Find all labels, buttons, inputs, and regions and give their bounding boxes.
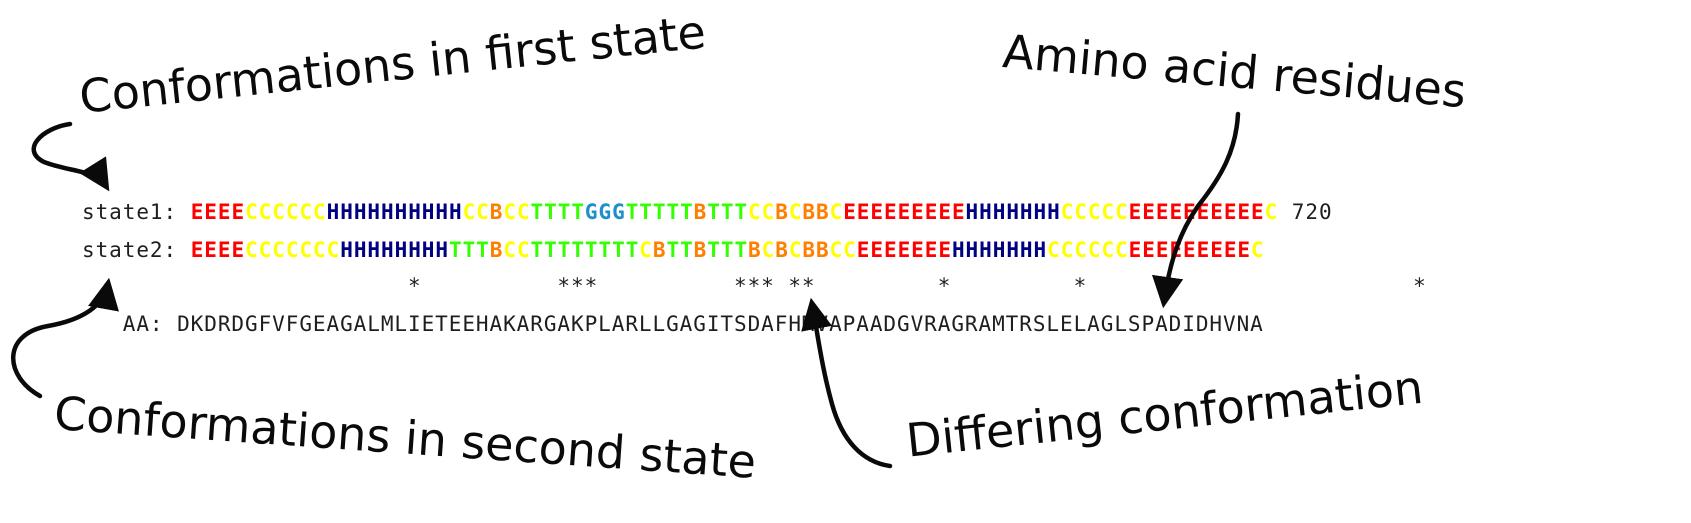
second-state-arrow <box>11 277 119 399</box>
amino-acid-arrow <box>1151 111 1241 309</box>
first-state-arrow <box>31 121 110 192</box>
annotation-arrows <box>11 111 1241 469</box>
differing-arrow <box>801 297 893 469</box>
